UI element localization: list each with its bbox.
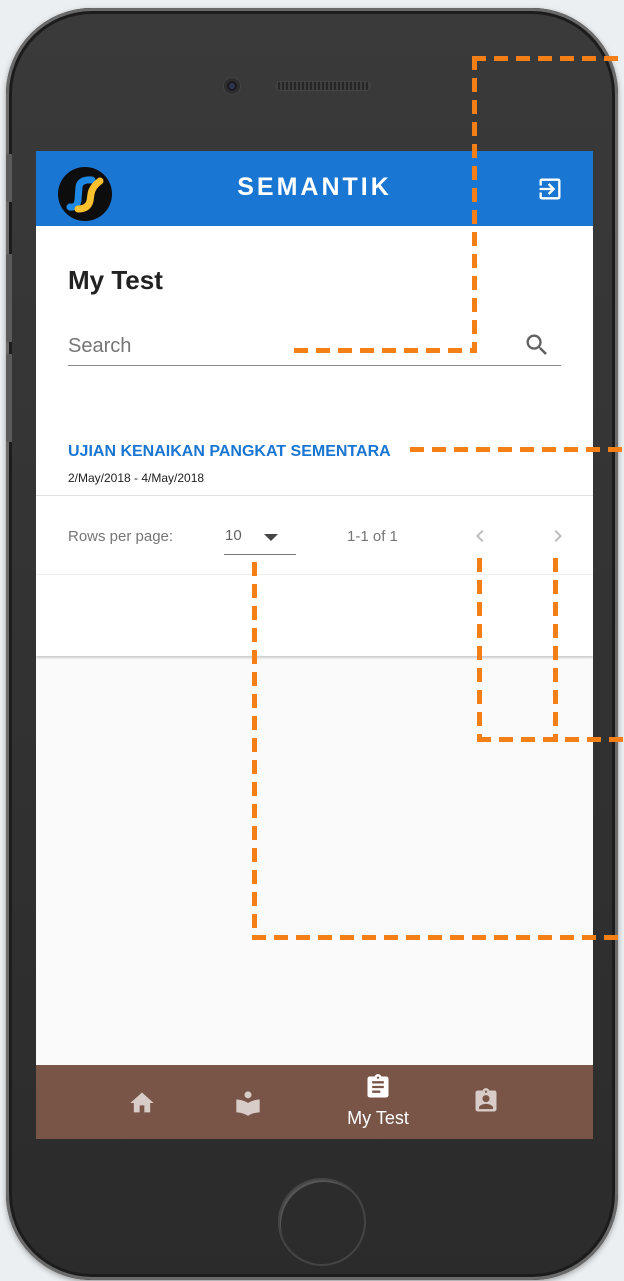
annotation-line bbox=[477, 558, 482, 742]
chevron-left-icon[interactable] bbox=[468, 524, 492, 548]
app-bar: SEMANTIK bbox=[36, 151, 593, 226]
side-button bbox=[6, 254, 12, 342]
clipboard-list-icon bbox=[367, 1074, 389, 1098]
rows-per-page-label: Rows per page: bbox=[68, 528, 174, 545]
app-title: SEMANTIK bbox=[237, 173, 392, 201]
home-icon bbox=[130, 1092, 154, 1113]
pagination-range: 1-1 of 1 bbox=[347, 528, 398, 545]
chevron-right-icon[interactable] bbox=[546, 524, 570, 548]
search-icon[interactable] bbox=[523, 331, 551, 359]
bottom-navigation: My Test bbox=[36, 1065, 593, 1139]
annotation-line bbox=[410, 447, 624, 452]
annotation-line bbox=[252, 935, 624, 940]
test-date-range: 2/May/2018 - 4/May/2018 bbox=[68, 471, 205, 485]
front-camera bbox=[224, 78, 240, 94]
nav-item-my-test[interactable]: My Test bbox=[338, 1065, 418, 1139]
rows-per-page-value: 10 bbox=[225, 527, 242, 544]
list-item[interactable]: UJIAN KENAIKAN PANGKAT SEMENTARA 2/May/2… bbox=[36, 431, 593, 496]
annotation-line bbox=[472, 56, 477, 352]
side-button bbox=[6, 354, 12, 442]
nav-item-profile[interactable] bbox=[446, 1065, 526, 1139]
annotation-line bbox=[553, 558, 558, 742]
nav-item-label: My Test bbox=[347, 1108, 409, 1128]
earpiece-speaker bbox=[276, 82, 370, 90]
nav-item-learn[interactable] bbox=[208, 1065, 288, 1139]
side-button bbox=[6, 154, 12, 202]
test-title-link[interactable]: UJIAN KENAIKAN PANGKAT SEMENTARA bbox=[68, 443, 391, 461]
table-pagination: Rows per page: 10 1-1 of 1 bbox=[36, 496, 593, 575]
search-input[interactable] bbox=[68, 329, 508, 363]
page-title: My Test bbox=[68, 265, 163, 295]
exit-to-app-icon[interactable] bbox=[536, 175, 564, 203]
annotation-line bbox=[477, 737, 624, 742]
book-reader-icon bbox=[236, 1091, 260, 1116]
clipboard-account-icon bbox=[475, 1088, 497, 1112]
annotation-line bbox=[252, 562, 257, 940]
annotation-line bbox=[294, 348, 477, 353]
annotation-line bbox=[472, 56, 624, 61]
app-screen: SEMANTIK My Test UJIAN KENAIKAN PANGKAT … bbox=[36, 151, 593, 1139]
caret-down-icon bbox=[264, 534, 278, 541]
rows-per-page-select[interactable]: 10 bbox=[224, 516, 296, 555]
home-hardware-button[interactable] bbox=[278, 1178, 366, 1266]
nav-item-home[interactable] bbox=[102, 1065, 182, 1139]
